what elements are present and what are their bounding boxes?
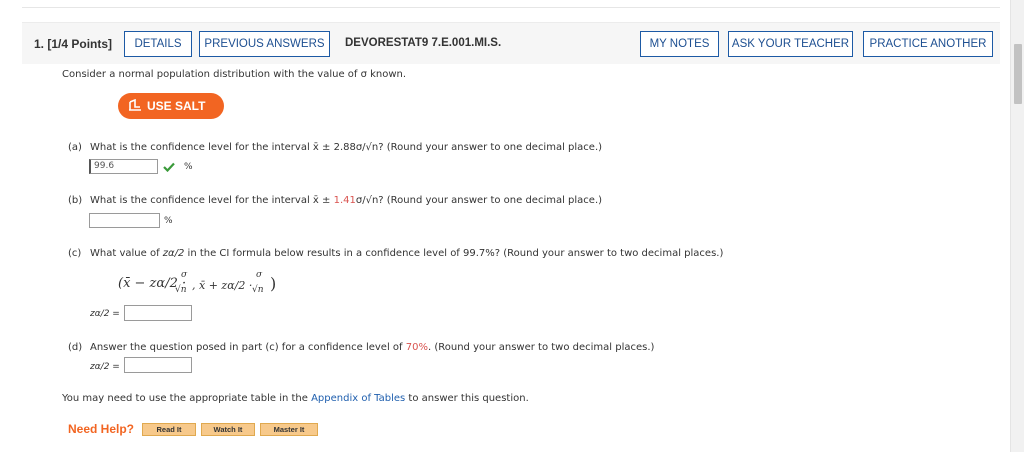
question-number: 1. [1/4 Points] — [34, 37, 113, 51]
appendix-note-suffix: to answer this question. — [408, 393, 529, 404]
salt-icon — [129, 99, 141, 111]
watch-it-button[interactable]: Watch It — [201, 423, 255, 436]
part-c-question: What value of zα/2 in the CI formula bel… — [90, 248, 723, 259]
appendix-note-prefix: You may need to use the appropriate tabl… — [62, 393, 308, 404]
part-a-letter: (a) — [68, 142, 82, 153]
formula-mid: , x̄ + zα/2 · — [192, 279, 253, 292]
formula-sqrt-n-1: √n — [175, 285, 187, 295]
need-help-label: Need Help? — [68, 422, 135, 436]
part-a-unit: % — [184, 162, 193, 172]
part-d-question: Answer the question posed in part (c) fo… — [90, 342, 654, 353]
part-b-coefficient: 1.41 — [333, 195, 356, 206]
previous-answers-button[interactable]: PREVIOUS ANSWERS — [199, 31, 330, 57]
scrollbar-thumb[interactable] — [1014, 44, 1022, 104]
part-d-level: 70% — [405, 342, 428, 353]
part-b-prefix: What is the confidence level for the int… — [90, 195, 310, 206]
appendix-link[interactable]: Appendix of Tables — [311, 393, 405, 404]
use-salt-label: USE SALT — [147, 99, 206, 113]
part-b-rest: σ/√n — [355, 195, 379, 206]
part-a-answer-field[interactable]: 99.6 — [89, 159, 158, 174]
intro-text: Consider a normal population distributio… — [62, 69, 407, 80]
part-c-suffix: in the CI formula below results in a con… — [187, 248, 724, 259]
ask-your-teacher-button[interactable]: ASK YOUR TEACHER — [728, 31, 853, 57]
part-a-interval: x̄ ± 2.88σ/√n — [312, 142, 379, 153]
part-b-unit: % — [164, 216, 173, 226]
formula-close: ) — [270, 274, 277, 293]
part-a-suffix: ? (Round your answer to one decimal plac… — [378, 142, 603, 153]
part-b-answer-field[interactable] — [89, 213, 160, 228]
vertical-scrollbar[interactable] — [1010, 0, 1024, 452]
appendix-note: You may need to use the appropriate tabl… — [62, 393, 529, 404]
top-divider — [22, 0, 1000, 8]
question-header: 1. [1/4 Points] DETAILS PREVIOUS ANSWERS… — [22, 22, 1000, 64]
part-a-prefix: What is the confidence level for the int… — [90, 142, 310, 153]
part-d-letter: (d) — [68, 342, 83, 353]
part-c-letter: (c) — [68, 248, 82, 259]
part-a-question: What is the confidence level for the int… — [90, 142, 602, 153]
formula-sigma-2: σ — [256, 270, 263, 280]
master-it-button[interactable]: Master It — [260, 423, 318, 436]
use-salt-button[interactable]: USE SALT — [118, 93, 224, 119]
read-it-button[interactable]: Read It — [142, 423, 196, 436]
question-code: DEVORESTAT9 7.E.001.MI.S. — [345, 37, 502, 49]
part-b-letter: (b) — [68, 195, 83, 206]
formula-sqrt-n-2: √n — [252, 285, 264, 295]
correct-check-icon — [163, 162, 175, 172]
part-d-answer-field[interactable] — [124, 357, 192, 373]
part-b-xbar: x̄ ± — [312, 195, 331, 206]
part-d-suffix: . (Round your answer to two decimal plac… — [427, 342, 655, 353]
details-button[interactable]: DETAILS — [124, 31, 192, 57]
part-c-z-symbol: zα/2 — [162, 248, 185, 259]
practice-another-button[interactable]: PRACTICE ANOTHER — [863, 31, 993, 57]
part-b-suffix: ? (Round your answer to one decimal plac… — [378, 195, 603, 206]
my-notes-button[interactable]: MY NOTES — [640, 31, 719, 57]
part-b-question: What is the confidence level for the int… — [90, 195, 602, 206]
part-c-prefix: What value of — [90, 248, 160, 259]
part-d-answer-label: zα/2 = — [90, 362, 120, 372]
part-c-answer-field[interactable] — [124, 305, 192, 321]
part-c-answer-label: zα/2 = — [90, 309, 120, 319]
part-d-prefix: Answer the question posed in part (c) fo… — [90, 342, 403, 353]
formula-sigma-1: σ — [181, 270, 188, 280]
